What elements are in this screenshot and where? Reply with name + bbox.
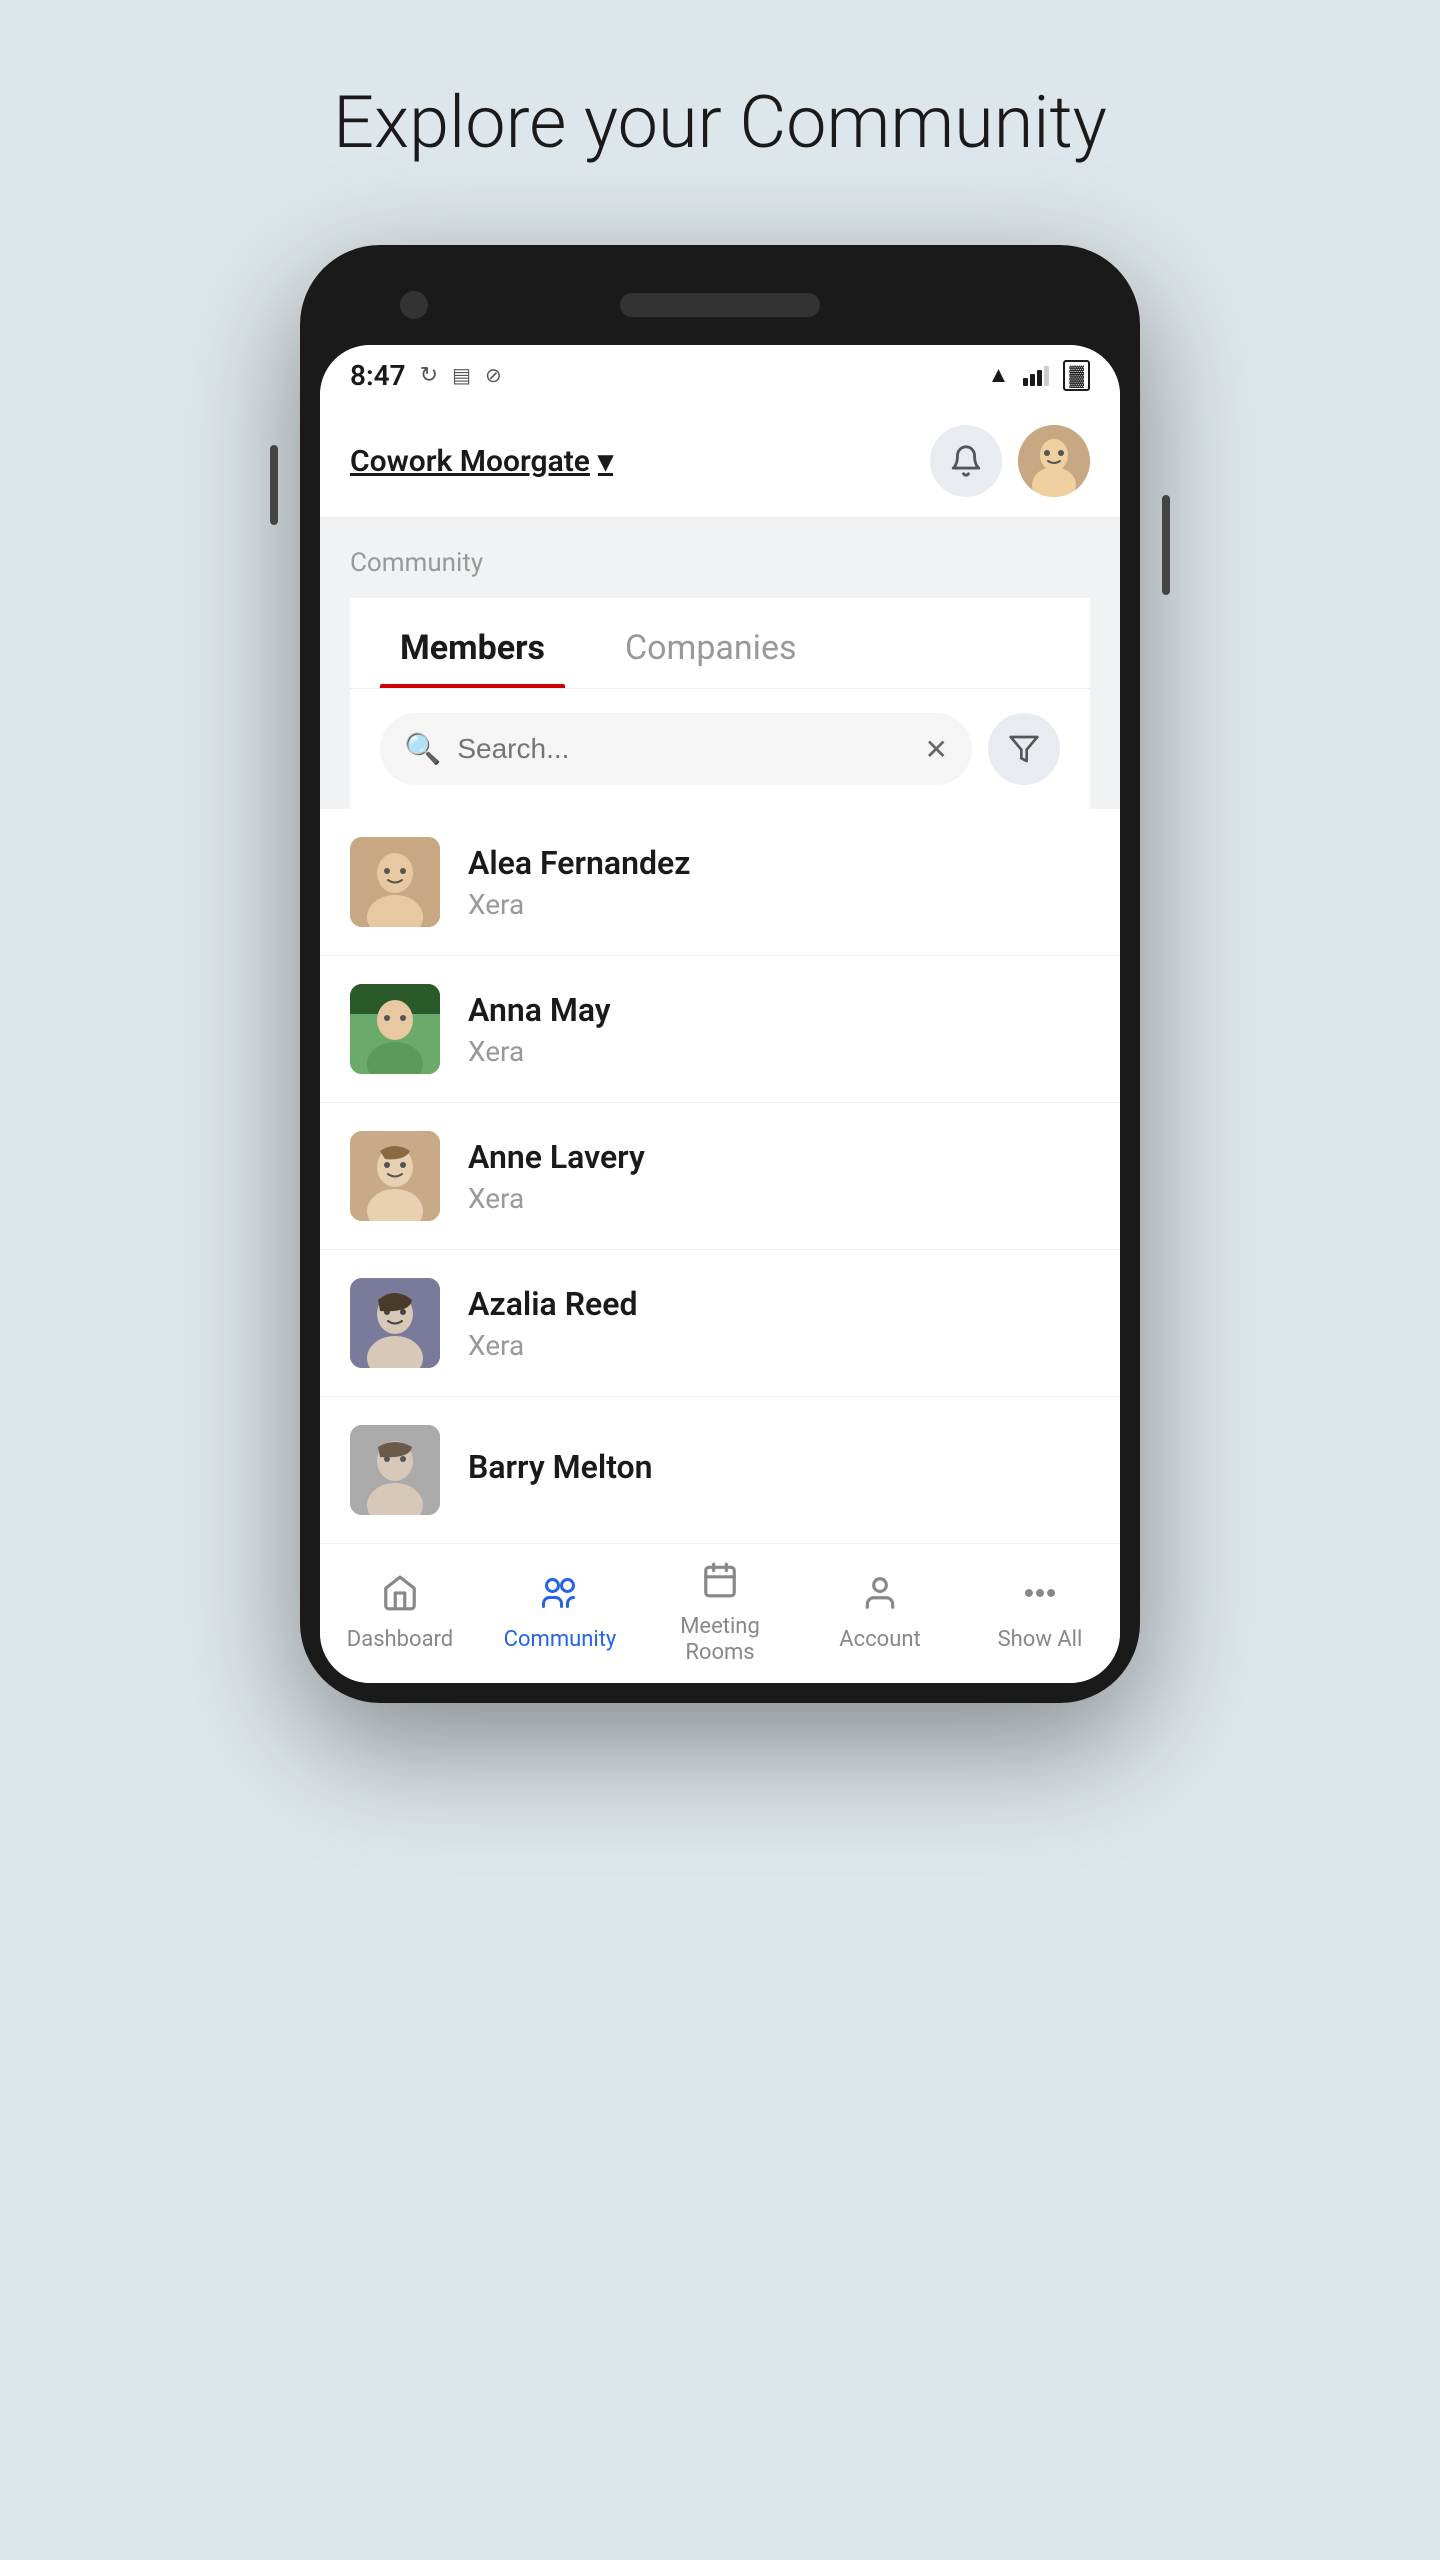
- member-info: Anne Lavery Xera: [468, 1138, 1090, 1215]
- avatar: [350, 984, 440, 1074]
- phone-shell: 8:47 ↻ ▤ ⊘ ▲ ▓ Cowork Moorgate ▾: [300, 245, 1140, 1703]
- member-info: Barry Melton: [468, 1448, 1090, 1492]
- no-disturb-icon: ⊘: [485, 363, 502, 387]
- sd-card-icon: ▤: [452, 363, 471, 387]
- bottom-nav: Dashboard Community: [320, 1543, 1120, 1683]
- member-company: Xera: [468, 888, 1090, 921]
- notifications-button[interactable]: [930, 425, 1002, 497]
- list-item[interactable]: Alea Fernandez Xera: [320, 809, 1120, 956]
- search-input[interactable]: [457, 733, 908, 765]
- sync-icon: ↻: [420, 363, 438, 388]
- dots-icon: [1021, 1574, 1059, 1619]
- member-info: Azalia Reed Xera: [468, 1285, 1090, 1362]
- header-actions: [930, 425, 1090, 497]
- member-name: Alea Fernandez: [468, 844, 1090, 882]
- avatar: [350, 1425, 440, 1515]
- nav-item-meeting-rooms[interactable]: Meeting Rooms: [640, 1544, 800, 1683]
- person-icon: [861, 1574, 899, 1619]
- nav-item-account[interactable]: Account: [800, 1544, 960, 1683]
- nav-label-account: Account: [839, 1627, 920, 1653]
- phone-speaker: [620, 293, 820, 317]
- tab-companies[interactable]: Companies: [605, 598, 817, 688]
- signal-icon: [1023, 364, 1049, 386]
- nav-item-community[interactable]: Community: [480, 1544, 640, 1683]
- battery-icon: ▓: [1063, 360, 1090, 391]
- nav-label-meeting-rooms: Meeting Rooms: [680, 1614, 760, 1667]
- page-title: Explore your Community: [333, 80, 1107, 165]
- tabs-row: Members Companies: [350, 598, 1090, 689]
- phone-screen: 8:47 ↻ ▤ ⊘ ▲ ▓ Cowork Moorgate ▾: [320, 345, 1120, 1683]
- status-time: 8:47: [350, 359, 406, 392]
- list-item[interactable]: Anna May Xera: [320, 956, 1120, 1103]
- workspace-selector[interactable]: Cowork Moorgate ▾: [350, 444, 613, 479]
- nav-item-dashboard[interactable]: Dashboard: [320, 1544, 480, 1683]
- nav-label-community: Community: [504, 1627, 617, 1653]
- member-info: Anna May Xera: [468, 991, 1090, 1068]
- avatar: [350, 837, 440, 927]
- calendar-icon: [701, 1561, 739, 1606]
- member-company: Xera: [468, 1182, 1090, 1215]
- search-bar[interactable]: 🔍 ✕: [380, 713, 972, 785]
- member-company: Xera: [468, 1035, 1090, 1068]
- member-name: Barry Melton: [468, 1448, 1090, 1486]
- dropdown-chevron-icon: ▾: [598, 444, 613, 479]
- status-bar: 8:47 ↻ ▤ ⊘ ▲ ▓: [320, 345, 1120, 405]
- nav-item-show-all[interactable]: Show All: [960, 1544, 1120, 1683]
- nav-label-dashboard: Dashboard: [347, 1627, 453, 1653]
- member-list: Alea Fernandez Xera: [320, 809, 1120, 1543]
- list-item[interactable]: Azalia Reed Xera: [320, 1250, 1120, 1397]
- app-header: Cowork Moorgate ▾: [320, 405, 1120, 518]
- wifi-icon: ▲: [988, 362, 1010, 388]
- filter-button[interactable]: [988, 713, 1060, 785]
- member-name: Azalia Reed: [468, 1285, 1090, 1323]
- workspace-name-label: Cowork Moorgate: [350, 444, 590, 479]
- phone-power-button: [1162, 495, 1170, 595]
- avatar: [350, 1131, 440, 1221]
- main-content: Community Members Companies 🔍 ✕: [320, 518, 1120, 809]
- tab-members[interactable]: Members: [380, 598, 565, 688]
- section-label: Community: [350, 548, 1090, 578]
- user-avatar[interactable]: [1018, 425, 1090, 497]
- search-icon: 🔍: [404, 732, 441, 767]
- phone-camera: [400, 291, 428, 319]
- member-company: Xera: [468, 1329, 1090, 1362]
- phone-volume-button: [270, 445, 278, 525]
- member-info: Alea Fernandez Xera: [468, 844, 1090, 921]
- clear-search-button[interactable]: ✕: [925, 733, 948, 766]
- member-name: Anna May: [468, 991, 1090, 1029]
- nav-label-show-all: Show All: [998, 1627, 1083, 1653]
- search-row: 🔍 ✕: [350, 689, 1090, 809]
- list-item[interactable]: Barry Melton: [320, 1397, 1120, 1543]
- member-name: Anne Lavery: [468, 1138, 1090, 1176]
- list-item[interactable]: Anne Lavery Xera: [320, 1103, 1120, 1250]
- avatar: [350, 1278, 440, 1368]
- people-icon: [539, 1574, 581, 1619]
- phone-top-bar: [320, 265, 1120, 345]
- house-icon: [381, 1574, 419, 1619]
